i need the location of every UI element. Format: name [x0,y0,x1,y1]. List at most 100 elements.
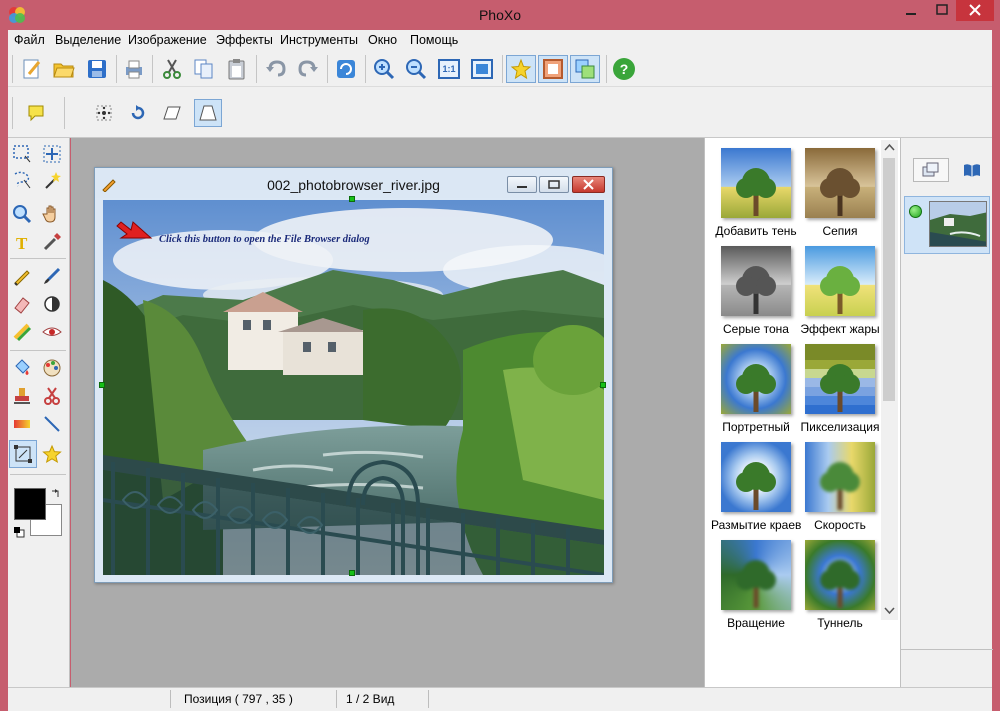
text-tool[interactable]: T [10,230,34,254]
menu-file[interactable]: Файл [14,33,45,47]
zoom-in-button[interactable] [372,57,396,81]
window-title: PhoXo [478,7,522,23]
effects-scrollbar[interactable] [881,140,898,620]
red-eye-tool[interactable] [40,320,64,344]
effect-rotate[interactable]: Вращение [711,540,801,630]
status-bar: Позиция ( 797 , 35 ) 1 / 2 Вид [8,687,992,711]
print-button[interactable] [122,57,146,81]
effect-gray[interactable]: Серые тона [711,246,801,336]
app-window: PhoXo Файл Выделение Изображение Эффекты… [0,0,1000,711]
menu-tools[interactable]: Инструменты [280,33,358,47]
redo-button[interactable] [296,57,320,81]
resize-handle-left[interactable] [99,382,105,388]
resize-handle-bottom[interactable] [349,570,355,576]
move-select-tool[interactable] [40,142,64,166]
perspective-icon [199,105,217,121]
new-button[interactable] [20,57,44,81]
minimize-icon [517,186,527,188]
effect-shadow[interactable]: Добавить тень [711,148,801,238]
gradient-tool[interactable] [10,412,34,436]
star-icon [510,58,532,80]
contrast-tool[interactable] [40,292,64,316]
clone-tool[interactable] [10,320,34,344]
zoom-tool[interactable] [10,202,34,226]
color-replace-tool[interactable] [40,356,64,380]
effect-blur[interactable]: Размытие краев [711,442,801,532]
menu-help[interactable]: Помощь [410,33,458,47]
menu-image[interactable]: Изображение [128,33,207,47]
refresh-button[interactable] [334,57,358,81]
layer-item[interactable] [904,196,990,254]
magic-wand-tool[interactable] [40,168,64,192]
cut-button[interactable] [160,57,184,81]
skew-button[interactable] [160,101,184,125]
transform-tool[interactable] [9,440,37,468]
maximize-button[interactable] [928,0,958,21]
move-button[interactable] [92,101,116,125]
hand-tool[interactable] [40,202,64,226]
lasso-tool[interactable] [10,168,34,192]
layer-visible-icon[interactable] [909,205,922,218]
swap-colors-icon[interactable] [50,488,62,500]
menu-selection[interactable]: Выделение [55,33,121,47]
scroll-up-icon[interactable] [881,140,898,154]
save-button[interactable] [85,57,109,81]
scissors-tool[interactable] [40,384,64,408]
effect-pixel[interactable]: Пикселизация [795,344,885,434]
fill-tool[interactable] [10,356,34,380]
open-folder-icon [53,63,75,78]
book-icon [964,164,980,177]
effect-label: Вращение [727,616,785,630]
paste-button[interactable] [225,57,249,81]
undo-button[interactable] [264,57,288,81]
menu-window[interactable]: Окно [368,33,397,47]
fit-window-button[interactable] [470,57,494,81]
resize-handle-right[interactable] [600,382,606,388]
scroll-down-icon[interactable] [881,604,898,618]
layers-button-small[interactable] [913,158,949,182]
image-canvas[interactable]: Click this button to open the File Brows… [103,200,604,575]
save-icon [88,60,106,78]
eraser-tool[interactable] [10,292,34,316]
perspective-button[interactable] [194,99,222,127]
reset-colors-icon[interactable] [13,526,25,538]
brush-tool[interactable] [40,264,64,288]
line-tool[interactable] [40,412,64,436]
effect-portrait[interactable]: Портретный [711,344,801,434]
stamp-tool[interactable] [10,384,34,408]
help-button[interactable]: ? [612,57,636,81]
close-icon [583,179,594,190]
copy-button[interactable] [192,57,216,81]
hand-icon [42,205,56,223]
menu-effects[interactable]: Эффекты [216,33,273,47]
effect-speed[interactable]: Скорость [795,442,885,532]
frame-button[interactable] [538,55,568,83]
scrollbar-thumb[interactable] [883,158,895,401]
actual-size-button[interactable]: 1:1 [437,57,461,81]
zoom-out-button[interactable] [404,57,428,81]
eyedropper-icon [43,233,61,251]
print-icon [126,60,142,79]
doc-close-button[interactable] [572,176,605,193]
note-button[interactable] [24,101,48,125]
minimize-button[interactable] [896,0,926,21]
resize-handle-top[interactable] [349,196,355,202]
effect-sepia[interactable]: Сепия [795,148,885,238]
foreground-color-swatch[interactable] [14,488,46,520]
shape-star-tool[interactable] [40,442,64,466]
rect-select-tool[interactable] [10,142,34,166]
effect-thumbnail [805,540,875,610]
close-button[interactable] [956,0,994,21]
document-title-bar: 002_photobrowser_river.jpg [95,168,612,198]
info-book-button[interactable] [959,158,985,182]
doc-restore-button[interactable] [539,176,569,193]
open-button[interactable] [52,57,76,81]
effect-tunnel[interactable]: Туннель [795,540,885,630]
rotate-button[interactable] [126,101,150,125]
star-button[interactable] [506,55,536,83]
layers-button[interactable] [570,55,600,83]
eyedropper-tool[interactable] [40,230,64,254]
effect-heat[interactable]: Эффект жары [795,246,885,336]
pencil-tool[interactable] [10,264,34,288]
doc-minimize-button[interactable] [507,176,537,193]
